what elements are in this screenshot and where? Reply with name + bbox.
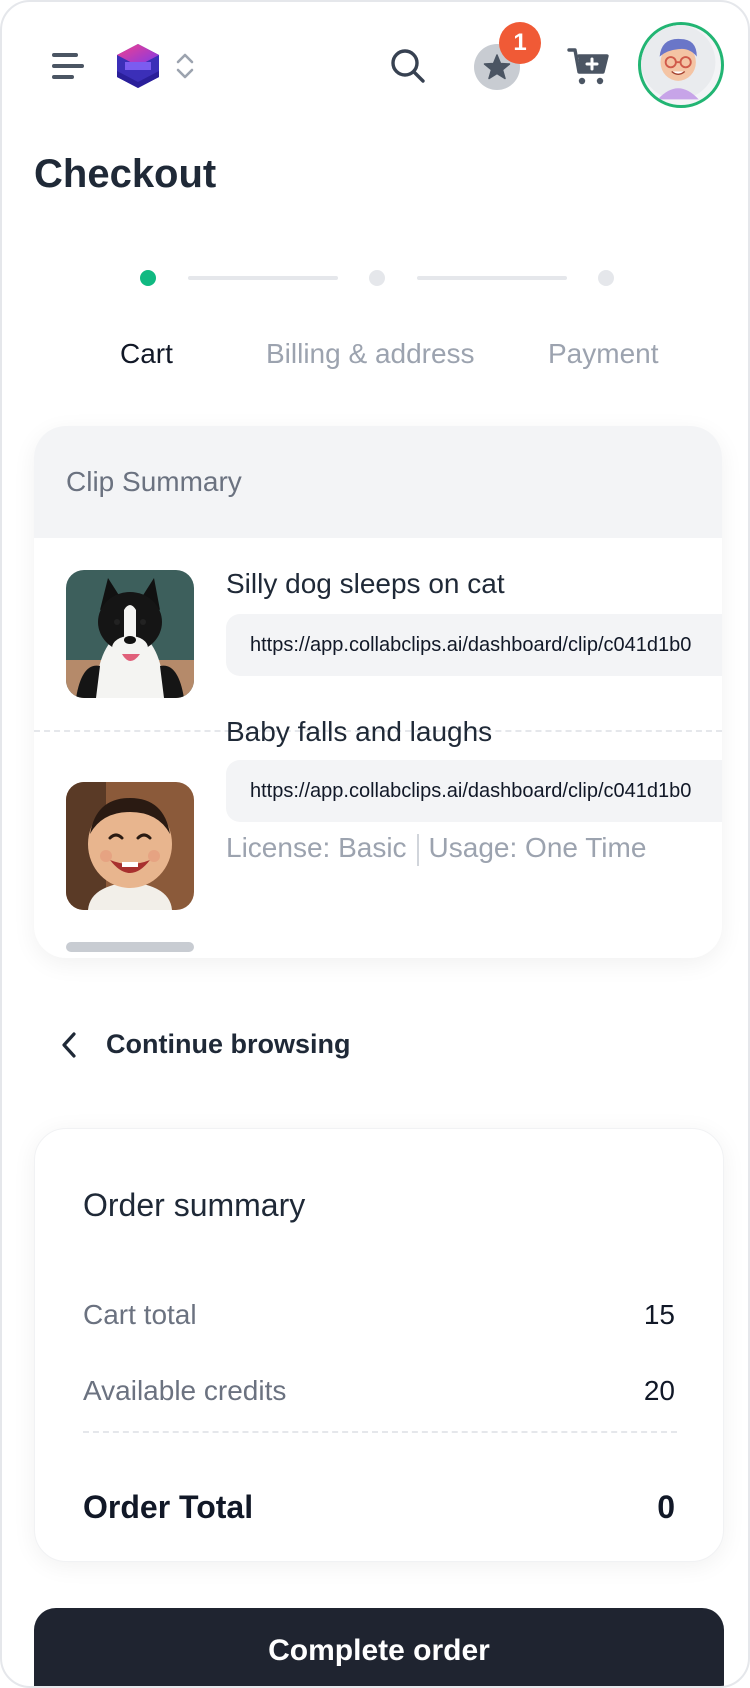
clip-url-field[interactable]: https://app.collabclips.ai/dashboard/cli… (226, 760, 722, 822)
step-indicator-billing (369, 270, 385, 286)
dog-image (66, 570, 194, 698)
license-label: License: Basic (226, 832, 407, 863)
notification-badge: 1 (499, 22, 541, 64)
order-total-value: 0 (657, 1489, 675, 1525)
license-info: License: Basic Usage: One Time (226, 832, 646, 866)
order-total-label: Order Total (83, 1489, 254, 1525)
cart-plus-icon[interactable] (565, 42, 613, 90)
clip-summary-header: Clip Summary (34, 426, 722, 538)
step-label-billing[interactable]: Billing & address (266, 338, 475, 370)
step-connector (188, 276, 338, 280)
order-summary-title: Order summary (83, 1187, 306, 1223)
app-frame: 1 Checkout Cart Billing & address Paymen… (0, 0, 750, 1688)
step-indicator-cart (140, 270, 156, 286)
available-credits-value: 20 (643, 1375, 675, 1406)
summary-divider (83, 1431, 677, 1433)
available-credits-label: Available credits (83, 1375, 287, 1406)
chevron-up-down-icon[interactable] (174, 50, 196, 82)
avatar-illustration (641, 25, 716, 100)
clip-summary-card: Clip Summary Silly dog sleeps on cat htt… (34, 426, 722, 958)
cart-total-label: Cart total (83, 1299, 197, 1330)
baby-image (66, 782, 194, 910)
user-avatar[interactable] (638, 22, 724, 108)
clip-summary-title: Clip Summary (66, 466, 242, 497)
step-label-payment[interactable]: Payment (548, 338, 659, 370)
complete-order-button[interactable]: Complete order (34, 1608, 724, 1686)
search-icon[interactable] (388, 46, 428, 86)
page-title: Checkout (34, 152, 217, 196)
usage-label: Usage: One Time (428, 832, 647, 863)
license-separator (416, 833, 419, 866)
brand-logo[interactable] (117, 44, 159, 88)
clip-title: Baby falls and laughs (226, 716, 493, 747)
horizontal-scrollbar[interactable] (66, 942, 194, 952)
order-summary-card: Order summary Cart total 15 Available cr… (34, 1128, 724, 1562)
dog-thumbnail[interactable] (66, 570, 194, 698)
step-connector (417, 276, 567, 280)
cart-total-value: 15 (643, 1299, 675, 1330)
baby-thumbnail[interactable] (66, 782, 194, 910)
chevron-left-icon[interactable] (58, 1030, 82, 1060)
clip-url-field[interactable]: https://app.collabclips.ai/dashboard/cli… (226, 614, 722, 676)
clip-title: Silly dog sleeps on cat (226, 568, 505, 599)
step-indicator-payment (598, 270, 614, 286)
menu-icon[interactable] (52, 50, 88, 82)
continue-browsing-link[interactable]: Continue browsing (106, 1029, 350, 1060)
step-label-cart[interactable]: Cart (120, 338, 173, 370)
top-bar: 1 (2, 2, 748, 132)
